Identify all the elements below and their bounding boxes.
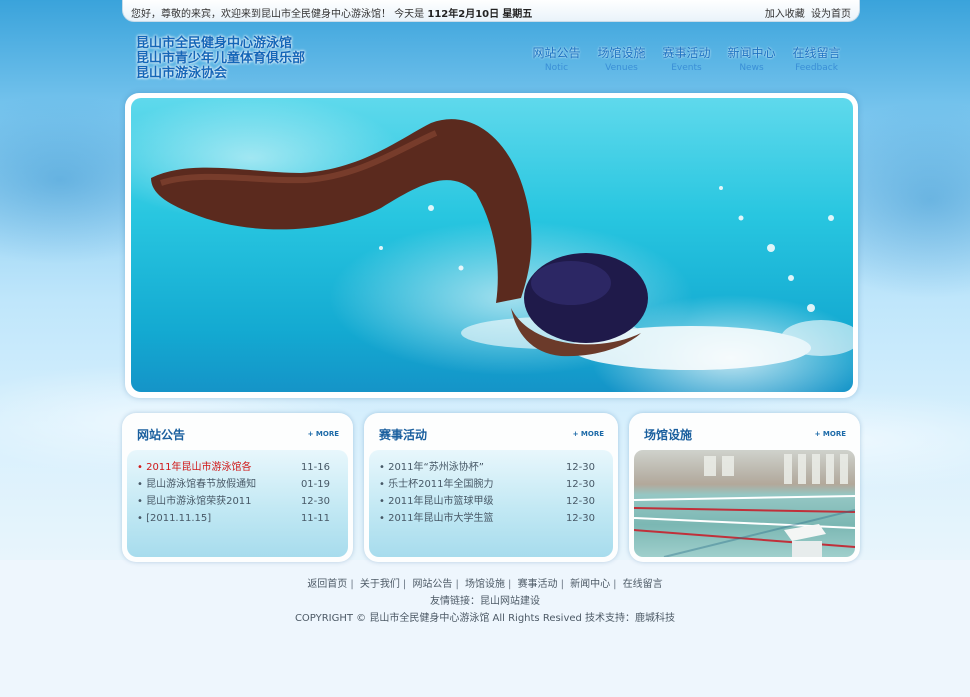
welcome-message: 您好，尊敬的来宾，欢迎来到昆山市全民健身中心游泳馆！ 今天是 112年2月10日… <box>131 5 532 20</box>
logo-line-3: 昆山市游泳协会 <box>136 66 228 81</box>
list-item-title: • [2011.11.15] <box>137 513 212 524</box>
list-item-date: 11-16 <box>300 462 330 473</box>
notice-list: • 2011年昆山市游泳馆各 11-16 • 昆山游泳馆春节放假通知 01-19… <box>137 459 338 527</box>
list-item-title: • 昆山市游泳馆荣获2011 <box>137 496 252 507</box>
list-item-title: • 乐士杯2011年全国腕力 <box>379 479 494 490</box>
footer-link-venues[interactable]: 场馆设施 <box>465 579 505 590</box>
notice-title: 网站公告 <box>137 428 186 442</box>
list-item-date: 11-11 <box>300 513 330 524</box>
list-item[interactable]: • 乐士杯2011年全国腕力 12-30 <box>379 476 603 493</box>
events-box: 赛事活动 + MORE • 2011年“苏州泳协杯” 12-30 • 乐士杯20… <box>364 413 618 562</box>
logo-line-1: 昆山市全民健身中心游泳馆 <box>136 36 293 51</box>
nav-label: 场馆设施 <box>597 46 646 60</box>
venues-title: 场馆设施 <box>644 428 693 442</box>
pool-illustration <box>634 454 855 557</box>
friend-links: 友情链接：昆山网站建设 <box>0 592 970 607</box>
list-item[interactable]: • 2011年昆山市游泳馆各 11-16 <box>137 459 338 476</box>
top-bar: 您好，尊敬的来宾，欢迎来到昆山市全民健身中心游泳馆！ 今天是 112年2月10日… <box>122 0 860 22</box>
footer-link-news[interactable]: 新闻中心 <box>570 579 610 590</box>
welcome-text: 您好，尊敬的来宾，欢迎来到昆山市全民健身中心游泳馆！ 今天是 <box>131 9 425 20</box>
nav-label: 新闻中心 <box>727 46 776 60</box>
nav-sublabel: Events <box>671 63 702 73</box>
notice-box: 网站公告 + MORE • 2011年昆山市游泳馆各 11-16 • 昆山游泳馆… <box>122 413 353 562</box>
nav-item-feedback[interactable]: 在线留言 Feedback <box>784 44 849 73</box>
notice-more-link[interactable]: + MORE <box>308 430 339 438</box>
nav-label: 在线留言 <box>792 46 841 60</box>
list-item-date: 12-30 <box>565 513 595 524</box>
list-item[interactable]: • 2011年“苏州泳协杯” 12-30 <box>379 459 603 476</box>
list-item[interactable]: • 2011年昆山市篮球甲级 12-30 <box>379 493 603 510</box>
friend-links-text[interactable]: 友情链接：昆山网站建设 <box>430 596 540 607</box>
footer-link-notice[interactable]: 网站公告 <box>412 579 452 590</box>
current-weekday: 星期五 <box>502 9 533 20</box>
nav-sublabel: Feedback <box>795 63 838 73</box>
copyright: COPYRIGHT © 昆山市全民健身中心游泳馆 All Rights Resi… <box>0 609 970 624</box>
nav-sublabel: News <box>739 63 764 73</box>
top-links: 加入收藏 设为首页 <box>762 5 851 20</box>
venue-photo[interactable] <box>634 450 855 557</box>
logo-line-2: 昆山市青少年儿童体育俱乐部 <box>136 51 306 66</box>
list-item-date: 12-30 <box>565 479 595 490</box>
events-title: 赛事活动 <box>379 428 428 442</box>
nav-sublabel: Venues <box>605 63 638 73</box>
list-item-title: • 2011年昆山市游泳馆各 <box>137 462 252 473</box>
list-item-title: • 2011年昆山市篮球甲级 <box>379 496 494 507</box>
footer-link-events[interactable]: 赛事活动 <box>518 579 558 590</box>
notice-list-panel: • 2011年昆山市游泳馆各 11-16 • 昆山游泳馆春节放假通知 01-19… <box>127 450 348 557</box>
copyright-text: COPYRIGHT © 昆山市全民健身中心游泳馆 All Rights Resi… <box>294 613 676 624</box>
list-item-title: • 2011年“苏州泳协杯” <box>379 462 484 473</box>
footer-nav: 返回首页 | 关于我们 | 网站公告 | 场馆设施 | 赛事活动 | 新闻中心 | 在线留言 <box>307 579 663 590</box>
list-item[interactable]: • 昆山市游泳馆荣获2011 12-30 <box>137 493 338 510</box>
list-item-title: • 昆山游泳馆春节放假通知 <box>137 479 257 490</box>
banner-image <box>131 98 853 392</box>
nav-item-news[interactable]: 新闻中心 News <box>719 44 784 73</box>
current-date: 112年2月10日 <box>427 9 500 20</box>
events-list-panel: • 2011年“苏州泳协杯” 12-30 • 乐士杯2011年全国腕力 12-3… <box>369 450 613 557</box>
footer-link-home[interactable]: 返回首页 <box>307 579 347 590</box>
nav-label: 赛事活动 <box>662 46 711 60</box>
events-more-link[interactable]: + MORE <box>573 430 604 438</box>
add-favorite-link[interactable]: 加入收藏 <box>765 9 805 20</box>
list-item-date: 12-30 <box>565 496 595 507</box>
venues-more-link[interactable]: + MORE <box>815 430 846 438</box>
footer-link-feedback[interactable]: 在线留言 <box>623 579 663 590</box>
swimmer-illustration <box>151 119 853 370</box>
list-item-date: 01-19 <box>300 479 330 490</box>
list-item-title: • 2011年昆山市大学生篮 <box>379 513 494 524</box>
site-logo[interactable]: 昆山市全民健身中心游泳馆 昆山市青少年儿童体育俱乐部 昆山市游泳协会 <box>136 36 305 81</box>
main-nav: 网站公告 Notic 场馆设施 Venues 赛事活动 Events 新闻中心 … <box>524 44 849 73</box>
nav-item-venues[interactable]: 场馆设施 Venues <box>589 44 654 73</box>
nav-sublabel: Notic <box>544 63 569 73</box>
list-item[interactable]: • 2011年昆山市大学生篮 12-30 <box>379 510 603 527</box>
venues-box: 场馆设施 + MORE <box>629 413 860 562</box>
footer-link-about[interactable]: 关于我们 <box>360 579 400 590</box>
events-list: • 2011年“苏州泳协杯” 12-30 • 乐士杯2011年全国腕力 12-3… <box>379 459 603 527</box>
list-item[interactable]: • [2011.11.15] 11-11 <box>137 510 338 527</box>
nav-item-notice[interactable]: 网站公告 Notic <box>524 44 589 73</box>
nav-label: 网站公告 <box>532 46 581 60</box>
list-item-date: 12-30 <box>565 462 595 473</box>
nav-item-events[interactable]: 赛事活动 Events <box>654 44 719 73</box>
list-item[interactable]: • 昆山游泳馆春节放假通知 01-19 <box>137 476 338 493</box>
list-item-date: 12-30 <box>300 496 330 507</box>
set-homepage-link[interactable]: 设为首页 <box>811 9 851 20</box>
